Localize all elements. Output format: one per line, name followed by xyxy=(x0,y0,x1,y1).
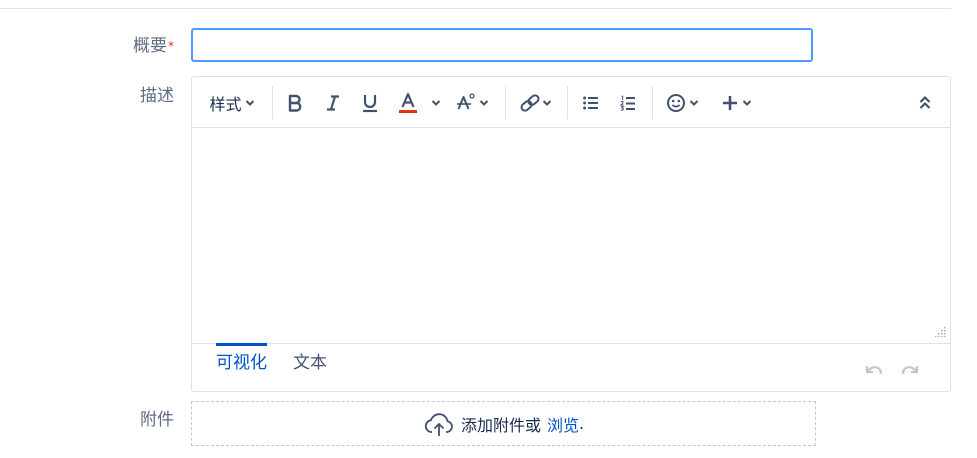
required-marker: * xyxy=(168,39,174,53)
chevron-down-icon xyxy=(689,99,698,106)
italic-button[interactable] xyxy=(318,77,348,128)
upload-cloud-icon xyxy=(424,412,453,436)
text-color-dropdown[interactable] xyxy=(428,77,444,128)
description-label: 描述 xyxy=(0,86,174,106)
tab-text[interactable]: 文本 xyxy=(293,344,327,376)
toolbar-separator xyxy=(652,86,653,119)
bold-button[interactable] xyxy=(280,77,310,128)
link-button[interactable] xyxy=(514,77,556,128)
style-dropdown[interactable]: 样式 xyxy=(202,77,262,128)
tab-text-label: 文本 xyxy=(293,352,327,373)
top-divider xyxy=(0,8,951,9)
text-color-icon xyxy=(399,92,417,113)
text-color-button[interactable] xyxy=(393,77,423,128)
summary-label-text: 概要 xyxy=(133,36,167,56)
chevron-down-icon xyxy=(742,99,751,106)
emoji-button[interactable] xyxy=(662,77,702,128)
description-editor: 样式 可视化 文本 xyxy=(191,76,951,392)
description-label-text: 描述 xyxy=(140,86,174,106)
underline-button[interactable] xyxy=(355,77,385,128)
style-dropdown-label: 样式 xyxy=(209,94,242,114)
attachment-label-text: 附件 xyxy=(140,410,174,430)
toolbar-separator xyxy=(505,86,506,119)
collapse-toolbar-icon xyxy=(919,95,931,109)
bullet-list-button[interactable] xyxy=(577,77,605,128)
underline-icon xyxy=(363,94,377,112)
toolbar-separator xyxy=(272,86,273,119)
summary-label: 概要* xyxy=(0,36,174,56)
numbered-list-button[interactable] xyxy=(614,77,642,128)
chevron-down-icon xyxy=(542,99,551,106)
collapse-toolbar-button[interactable] xyxy=(912,77,938,128)
attachment-drop-text: 添加附件或 xyxy=(460,415,541,435)
numbered-list-icon xyxy=(620,95,635,111)
bullet-list-icon xyxy=(583,96,598,109)
text-effects-button[interactable] xyxy=(451,77,493,128)
insert-more-button[interactable] xyxy=(716,77,756,128)
link-icon xyxy=(520,93,539,112)
editor-content-area[interactable] xyxy=(192,128,950,343)
chevron-down-icon xyxy=(245,99,254,106)
redo-icon[interactable] xyxy=(900,363,920,379)
attachment-label: 附件 xyxy=(0,410,174,430)
editor-toolbar: 样式 xyxy=(192,77,950,128)
resize-handle-icon[interactable] xyxy=(934,325,946,337)
undo-icon[interactable] xyxy=(864,363,884,379)
tab-visual-label: 可视化 xyxy=(216,352,267,373)
toolbar-separator xyxy=(567,86,568,119)
text-effects-icon xyxy=(456,92,475,109)
chevron-down-icon xyxy=(479,99,488,106)
attachment-dropzone[interactable]: 添加附件或 浏览 . xyxy=(191,401,816,446)
bold-icon xyxy=(288,94,302,112)
summary-input[interactable] xyxy=(191,28,813,62)
attachment-trailing: . xyxy=(578,414,585,433)
chevron-down-icon xyxy=(431,99,441,106)
emoji-icon xyxy=(666,93,685,112)
browse-link[interactable]: 浏览 xyxy=(547,412,579,436)
italic-icon xyxy=(327,94,339,111)
insert-plus-icon xyxy=(722,95,737,110)
tab-visual[interactable]: 可视化 xyxy=(216,343,267,376)
